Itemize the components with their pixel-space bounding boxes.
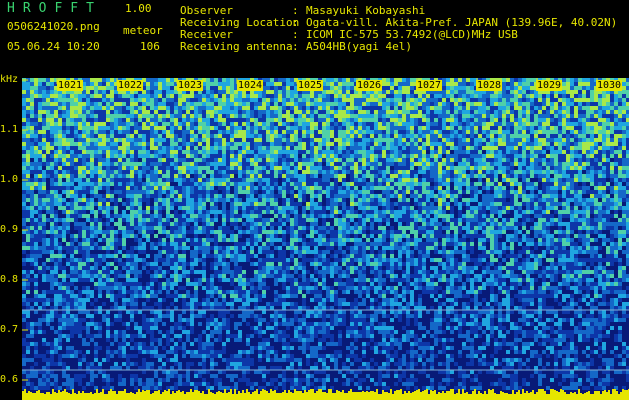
spectrogram-noise (22, 78, 629, 390)
x-tick-label: 1026 (356, 80, 383, 91)
x-tick-label: 1023 (177, 80, 204, 91)
x-tick-label: 1024 (237, 80, 264, 91)
y-tick-label: 0.9 (0, 224, 19, 235)
y-tick-label: 1.1 (0, 124, 19, 135)
x-tick-label: 1027 (416, 80, 443, 91)
header-panel: HROFFT 1.00 0506241020.png meteor 05.06.… (0, 0, 629, 78)
mode-label: meteor (123, 24, 163, 37)
info-separator: : (292, 40, 299, 53)
info-row-antenna: Receiving antenna: A504HB(yagi 4el) (180, 40, 412, 53)
app-title: HROFFT (7, 1, 102, 16)
y-axis-unit: kHz (0, 74, 19, 85)
x-tick-label: 1028 (476, 80, 503, 91)
x-tick-label: 1025 (297, 80, 324, 91)
app-version: 1.00 (125, 2, 152, 15)
image-filename: 0506241020.png (7, 20, 100, 33)
y-tick-label: 0.8 (0, 274, 19, 285)
x-tick-label: 1029 (536, 80, 563, 91)
y-tick-label: 0.6 (0, 374, 19, 385)
x-tick-label: 1022 (117, 80, 144, 91)
y-tick-label: 0.7 (0, 324, 19, 335)
x-tick-label: 1021 (57, 80, 84, 91)
x-tick-label: 1030 (596, 80, 623, 91)
spectrogram-plot (22, 78, 629, 400)
meteor-count: 106 (140, 40, 160, 53)
spectrogram-canvas (22, 78, 629, 400)
info-value: A504HB(yagi 4el) (306, 40, 412, 53)
info-label: Receiving antenna (180, 40, 293, 53)
y-tick-label: 1.0 (0, 174, 19, 185)
capture-datetime: 05.06.24 10:20 (7, 40, 100, 53)
